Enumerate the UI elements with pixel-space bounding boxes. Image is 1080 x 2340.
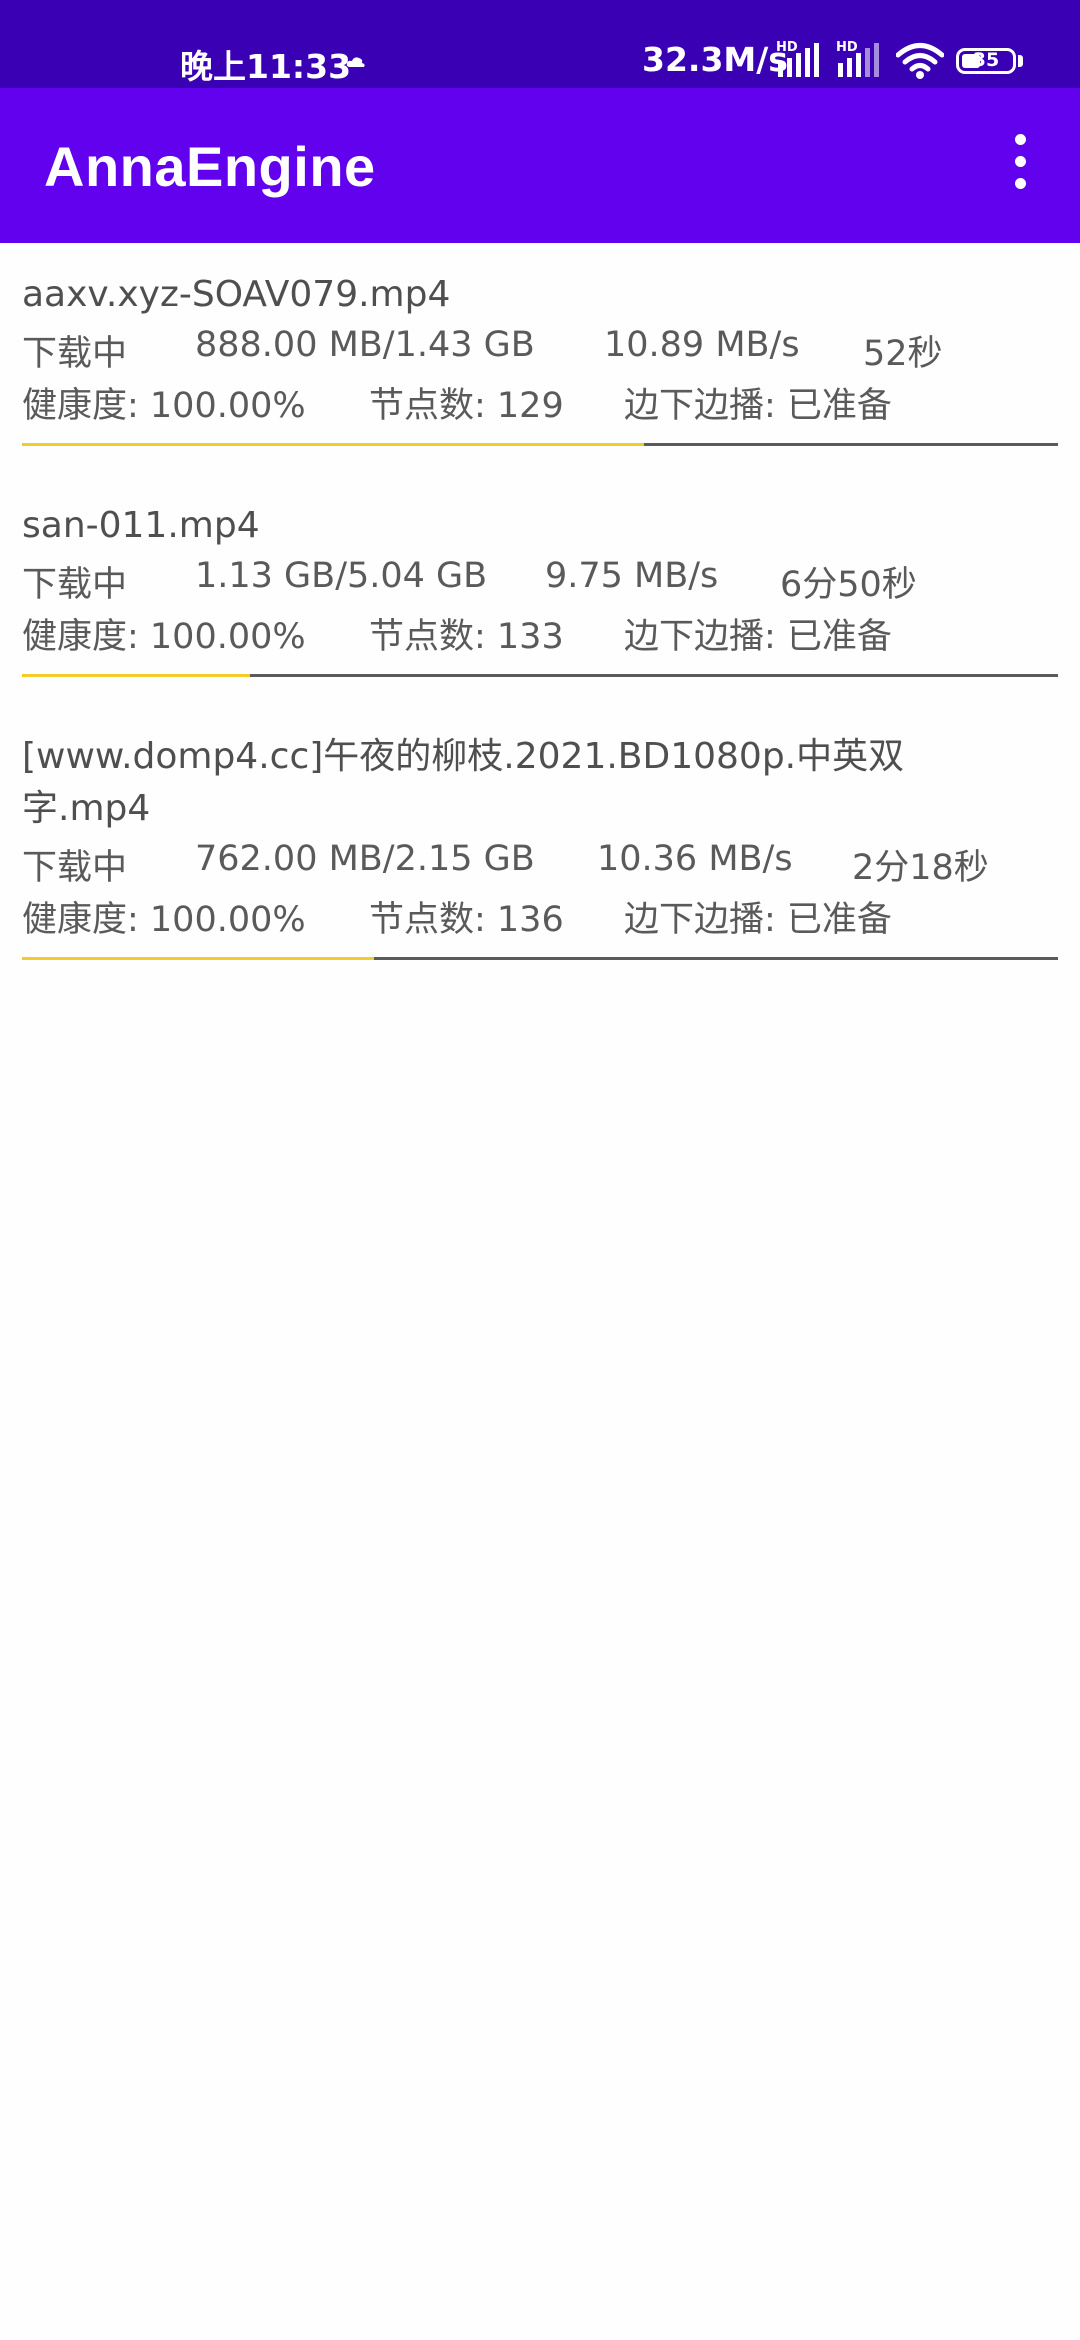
progress-bar: [22, 674, 1058, 677]
network-speed: 32.3M/s: [642, 40, 788, 79]
file-name: aaxv.xyz-SOAV079.mp4: [22, 274, 451, 315]
battery-icon: 35: [956, 48, 1016, 74]
peer-count: 节点数: 136: [369, 900, 564, 940]
app-title: AnnaEngine: [44, 135, 376, 198]
peer-count: 节点数: 133: [369, 617, 564, 657]
wifi-icon: [896, 43, 944, 79]
more-vert-icon[interactable]: [996, 132, 1044, 192]
transfer-row: 下载中 1.13 GB/5.04 GB 9.75 MB/s 6分50秒: [22, 552, 1058, 605]
info-row: 健康度: 100.00% 节点数: 133 边下边播: 已准备: [22, 604, 1058, 657]
download-status: 下载中: [22, 848, 128, 888]
download-item[interactable]: san-011.mp4 下载中 1.13 GB/5.04 GB 9.75 MB/…: [22, 474, 1058, 705]
status-time: 晚上11:33: [180, 47, 352, 86]
download-status: 下载中: [22, 334, 128, 374]
battery-tip: [1018, 55, 1023, 67]
progress-fill: [22, 957, 375, 960]
time-remaining: 6分50秒: [780, 565, 917, 605]
menu-dot: [1015, 134, 1026, 145]
download-list: aaxv.xyz-SOAV079.mp4 下载中 888.00 MB/1.43 …: [0, 243, 1080, 988]
time-remaining: 52秒: [863, 334, 943, 374]
transfer-row: 下载中 888.00 MB/1.43 GB 10.89 MB/s 52秒: [22, 321, 1058, 374]
health: 健康度: 100.00%: [22, 900, 306, 940]
stream-status: 边下边播: 已准备: [624, 617, 892, 657]
menu-dot: [1015, 156, 1026, 167]
info-row: 健康度: 100.00% 节点数: 129 边下边播: 已准备: [22, 373, 1058, 426]
download-item[interactable]: aaxv.xyz-SOAV079.mp4 下载中 888.00 MB/1.43 …: [22, 243, 1058, 474]
download-status: 下载中: [22, 565, 128, 605]
health: 健康度: 100.00%: [22, 617, 306, 657]
stream-status: 边下边播: 已准备: [624, 386, 892, 426]
download-item[interactable]: [www.domp4.cc]午夜的柳枝.2021.BD1080p.中英双字.mp…: [22, 705, 1058, 988]
status-bar: 晚上11:33 32.3M/s HD HD 35: [0, 0, 1080, 88]
download-size: 888.00 MB/1.43 GB: [195, 325, 535, 365]
info-row: 健康度: 100.00% 节点数: 136 边下边播: 已准备: [22, 887, 1058, 940]
download-size: 1.13 GB/5.04 GB: [195, 556, 488, 596]
progress-bar: [22, 443, 1058, 446]
download-speed: 10.36 MB/s: [597, 839, 793, 879]
download-speed: 9.75 MB/s: [545, 556, 719, 596]
file-name: san-011.mp4: [22, 505, 260, 546]
download-speed: 10.89 MB/s: [604, 325, 800, 365]
download-size: 762.00 MB/2.15 GB: [195, 839, 535, 879]
signal-icon: [838, 43, 879, 77]
cloud-icon: [346, 57, 365, 67]
file-name: [www.domp4.cc]午夜的柳枝.2021.BD1080p.中英双字.mp…: [22, 736, 905, 829]
stream-status: 边下边播: 已准备: [624, 900, 892, 940]
transfer-row: 下载中 762.00 MB/2.15 GB 10.36 MB/s 2分18秒: [22, 835, 1058, 888]
peer-count: 节点数: 129: [369, 386, 564, 426]
health: 健康度: 100.00%: [22, 386, 306, 426]
menu-dot: [1015, 178, 1026, 189]
signal-icon: [778, 43, 819, 77]
progress-bar: [22, 957, 1058, 960]
app-bar: AnnaEngine: [0, 88, 1080, 243]
progress-fill: [22, 443, 644, 446]
time-remaining: 2分18秒: [852, 848, 989, 888]
battery-percent: 35: [972, 49, 1000, 71]
progress-fill: [22, 674, 250, 677]
